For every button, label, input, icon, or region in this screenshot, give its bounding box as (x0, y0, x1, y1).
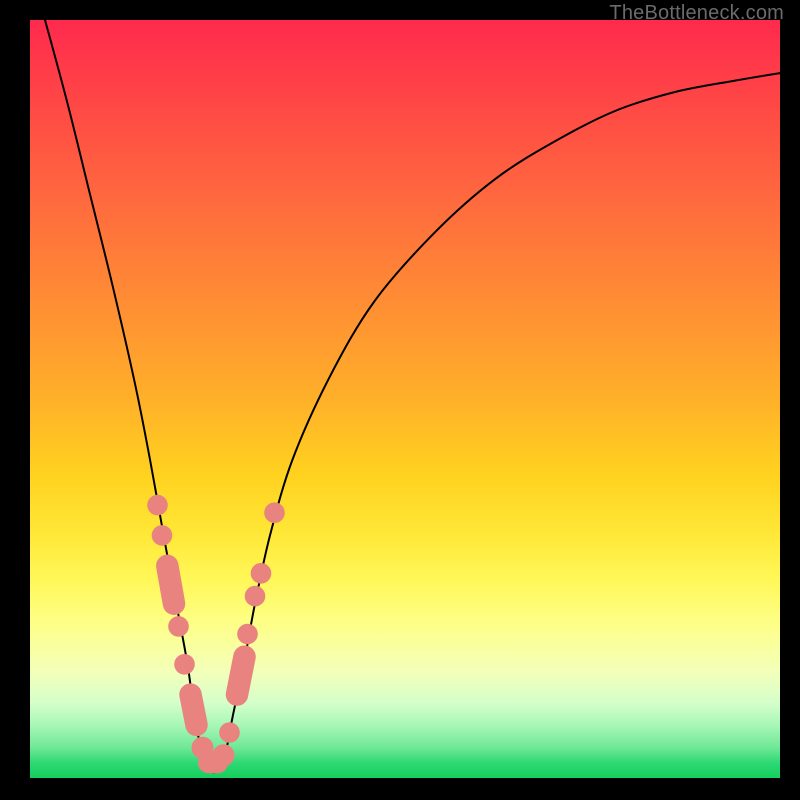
outer-frame: TheBottleneck.com (0, 0, 800, 800)
chart-svg (30, 20, 780, 778)
curve-group (45, 20, 780, 772)
highlight-dot (245, 586, 265, 606)
highlight-dot (251, 564, 271, 584)
highlight-pill (167, 566, 174, 604)
highlight-dot (220, 723, 240, 743)
highlight-dot (213, 745, 234, 766)
marker-group (148, 495, 285, 765)
plot-area (30, 20, 780, 778)
highlight-dot (175, 655, 195, 675)
bottleneck-curve (45, 20, 780, 772)
highlight-pill (237, 657, 245, 695)
highlight-dot (148, 495, 168, 515)
highlight-dot (265, 503, 285, 523)
highlight-dot (186, 714, 207, 735)
watermark-text: TheBottleneck.com (609, 2, 784, 25)
highlight-dot (169, 617, 189, 637)
highlight-dot (238, 624, 258, 644)
highlight-dot (152, 526, 172, 546)
